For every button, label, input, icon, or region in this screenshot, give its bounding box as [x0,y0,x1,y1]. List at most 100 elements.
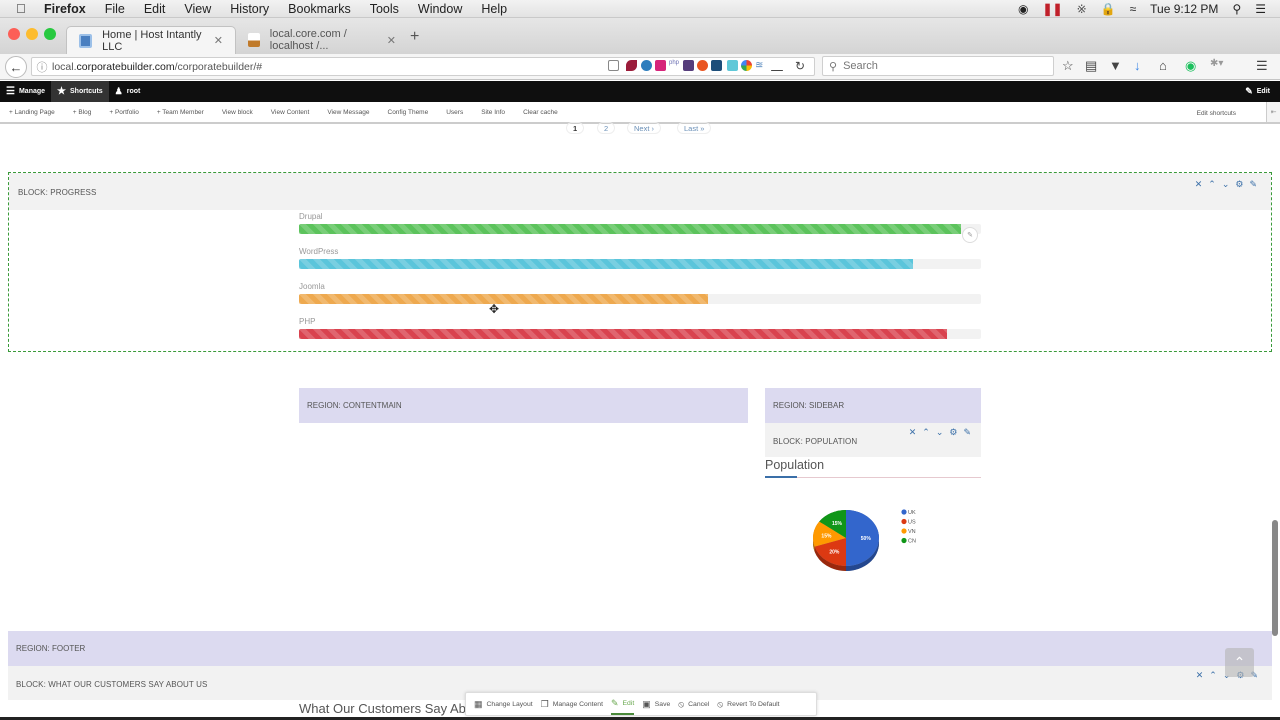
close-tab-icon[interactable]: ✕ [387,34,396,47]
back-button[interactable]: ← [5,56,27,78]
wifi-icon[interactable]: ≈ [1130,2,1137,16]
pause-icon[interactable]: ❚❚ [1042,2,1062,16]
cancel-button[interactable]: ⦸ Cancel [678,699,709,710]
shortcut-view-content[interactable]: View Content [271,109,310,116]
remove-block-icon[interactable]: ✕ [1195,179,1203,190]
legend-label-us: US [908,520,916,526]
tray-orientation-toggle[interactable]: ⇤ [1266,102,1280,122]
pocket-icon[interactable]: ▼ [1109,58,1122,73]
search-icon: ⚲ [829,60,838,73]
tab-phpmyadmin[interactable]: local.core.com / localhost /... ✕ [236,26,408,54]
extension-php-icon[interactable]: php [669,60,683,71]
shortcut-clear-cache[interactable]: Clear cache [523,109,558,116]
window-minimize-button[interactable] [26,28,38,40]
new-tab-button[interactable]: + [410,28,419,46]
pager-last[interactable]: Last » [677,122,712,134]
edit-pencil-icon[interactable]: ✎ [963,427,971,438]
bookmark-star-icon[interactable]: ☆ [1062,58,1074,74]
move-down-icon[interactable]: ⌄ [936,427,944,438]
extension-bootstrap-icon[interactable] [683,60,694,71]
grammarly-icon[interactable]: ◉ [1185,58,1196,74]
back-to-top-button[interactable]: ⌃ [1225,648,1254,677]
pager-next[interactable]: Next › [627,122,662,134]
user-icon: ♟ [114,86,123,96]
notification-list-icon[interactable]: ☰ [1255,2,1266,16]
search-input[interactable]: ⚲ Search [822,56,1054,76]
toolbar-edit[interactable]: ✎ Edit [1245,81,1270,102]
url-text[interactable]: local.corporatebuilder.com/corporatebuil… [52,61,262,73]
extension-underline-icon[interactable] [771,70,783,71]
record-icon[interactable]: ◉ [1018,2,1028,16]
progress-fill-drupal [299,224,961,234]
save-button[interactable]: ▣ Save [642,699,670,710]
menu-help[interactable]: Help [481,2,507,16]
hamburger-menu-icon[interactable]: ☰ [1256,58,1268,74]
menu-file[interactable]: File [105,2,125,16]
pager-page-1[interactable]: 1 [566,122,585,134]
edit-pencil-icon[interactable]: ✎ [1249,179,1257,190]
reload-icon[interactable]: ↻ [795,59,805,73]
extension-drupal-icon[interactable] [641,60,652,71]
extension-ubuntu-icon[interactable] [697,60,708,71]
pager-page-2[interactable]: 2 [597,122,616,134]
shortcut-view-block[interactable]: View block [222,109,253,116]
menu-window[interactable]: Window [418,2,462,16]
tab-title: local.core.com / localhost /... [269,28,347,52]
edit-shortcuts-link[interactable]: Edit shortcuts [1197,102,1236,124]
change-layout-button[interactable]: ▦ Change Layout [474,699,533,710]
shortcut-blog[interactable]: + Blog [73,109,92,116]
info-icon[interactable]: ⓘ [32,59,52,75]
revert-to-default-button[interactable]: ⦸ Revert To Default [717,699,779,710]
window-zoom-button[interactable] [44,28,56,40]
menu-app-firefox[interactable]: Firefox [44,2,86,16]
move-up-icon[interactable]: ⌃ [1208,179,1216,190]
menu-tools[interactable]: Tools [370,2,399,16]
extension-menu-icon[interactable]: ✱▾ [1210,58,1223,69]
shortcut-portfolio[interactable]: + Portfolio [109,109,138,116]
legend-label-vn: VN [908,529,916,535]
clock[interactable]: Tue 9:12 PM [1150,2,1218,16]
settings-gear-icon[interactable]: ⚙ [949,427,957,438]
remove-block-icon[interactable]: ✕ [909,427,917,438]
bluetooth-icon[interactable]: ※ [1077,2,1087,16]
menu-history[interactable]: History [230,2,269,16]
move-up-icon[interactable]: ⌃ [1209,670,1217,681]
spotlight-search-icon[interactable]: ⚲ [1232,2,1241,16]
settings-gear-icon[interactable]: ⚙ [1235,179,1243,190]
window-close-button[interactable] [8,28,20,40]
apple-icon[interactable]:  [16,1,30,16]
shortcut-landing-page[interactable]: + Landing Page [9,109,55,116]
shortcut-team-member[interactable]: + Team Member [157,109,204,116]
manage-content-button[interactable]: ❐ Manage Content [541,699,603,710]
clipboard-icon[interactable]: ▤ [1085,58,1097,74]
close-tab-icon[interactable]: ✕ [214,34,223,47]
download-icon[interactable]: ↓ [1134,58,1141,73]
extension-dna-icon[interactable] [711,60,722,71]
toolbar-user[interactable]: ♟ root [109,81,147,102]
shortcut-config-theme[interactable]: Config Theme [388,109,429,116]
toolbar-manage[interactable]: ☰ Manage [0,81,51,102]
extension-cube-icon[interactable] [727,60,738,71]
toolbar-shortcuts[interactable]: ★ Shortcuts [51,81,109,102]
menu-view[interactable]: View [184,2,211,16]
remove-block-icon[interactable]: ✕ [1196,670,1204,681]
extension-feather-icon[interactable] [626,60,637,71]
move-up-icon[interactable]: ⌃ [922,427,930,438]
menu-bookmarks[interactable]: Bookmarks [288,2,351,16]
extension-stack-icon[interactable] [655,60,666,71]
extension-chrome-icon[interactable] [741,60,752,71]
menu-edit[interactable]: Edit [144,2,166,16]
legend-swatch-us [901,518,907,525]
shortcut-site-info[interactable]: Site Info [481,109,505,116]
home-icon[interactable]: ⌂ [1159,58,1167,73]
lock-icon[interactable]: 🔒 [1101,2,1116,16]
quick-edit-pencil-icon[interactable]: ✎ [962,227,978,243]
tab-home[interactable]: Home | Host Intantly LLC ✕ [66,26,236,54]
edit-button[interactable]: ✎ Edit [610,693,635,715]
page-scrollbar[interactable] [1272,520,1278,636]
shortcut-view-message[interactable]: View Message [327,109,369,116]
shortcut-users[interactable]: Users [446,109,463,116]
move-down-icon[interactable]: ⌄ [1222,179,1230,190]
reader-view-icon[interactable] [608,60,619,71]
extension-wave-icon[interactable]: ≊ [755,60,766,71]
